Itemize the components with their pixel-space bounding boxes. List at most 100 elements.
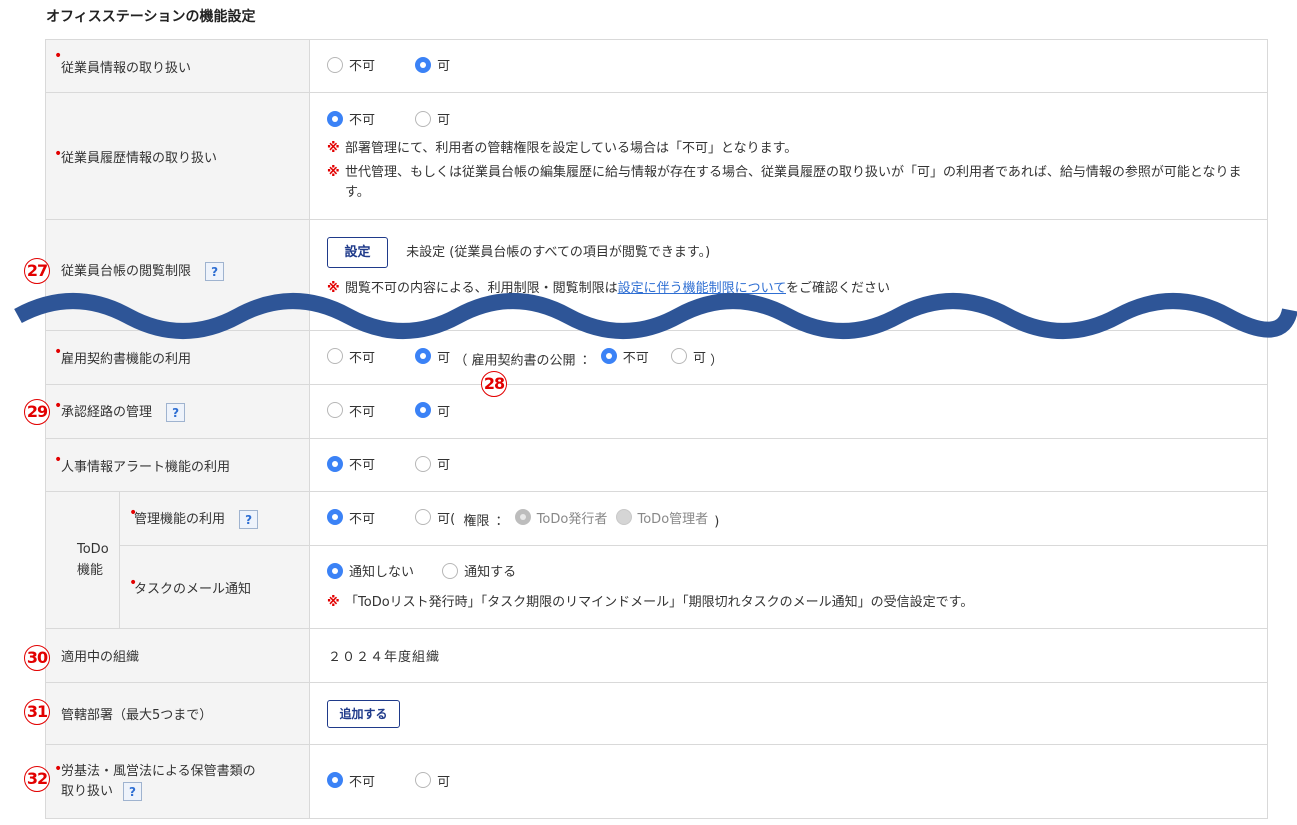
radio-circle xyxy=(415,509,432,526)
employee-info-radio-yes[interactable]: 可 xyxy=(415,55,450,74)
contract-paren-open: （ xyxy=(454,353,468,369)
radio-label: 不可 xyxy=(349,458,376,474)
radio-circle xyxy=(415,56,432,73)
radio-label: 可( xyxy=(437,511,456,527)
radio-circle xyxy=(415,348,432,365)
radio-label: 不可 xyxy=(349,113,376,129)
radio-circle xyxy=(415,402,432,419)
todo-mail-radio-yes[interactable]: 通知する xyxy=(442,561,516,580)
labor-docs-label-2: 取り扱い xyxy=(61,783,114,799)
required-mark: • xyxy=(54,48,63,64)
labor-docs-radio-yes[interactable]: 可 xyxy=(415,771,450,790)
add-department-button[interactable]: 追加する xyxy=(327,699,401,728)
radio-circle xyxy=(415,110,432,127)
ledger-settings-button[interactable]: 設定 xyxy=(327,237,389,268)
radio-circle xyxy=(327,402,344,419)
labor-docs-radio-no[interactable]: 不可 xyxy=(327,771,375,790)
row-value-cell: 追加する xyxy=(309,682,1269,745)
required-mark: • xyxy=(129,505,138,521)
active-org-value: ２０２４年度組織 xyxy=(328,650,441,665)
row-todo-manage: ToDo 機能 • 管理機能の利用 ? 不可 可( 権限 ： ToDo発行者 T… xyxy=(45,491,1269,629)
employee-info-radio-no[interactable]: 不可 xyxy=(327,55,375,74)
radio-label: 通知しない xyxy=(349,565,415,581)
todo-manage-radio-no[interactable]: 不可 xyxy=(327,508,375,527)
radio-label: 可 xyxy=(437,458,451,474)
radio-label: 不可 xyxy=(349,59,376,75)
employee-history-radio-no[interactable]: 不可 xyxy=(327,109,375,128)
radio-circle xyxy=(327,348,344,365)
radio-circle xyxy=(415,772,432,789)
marker-27: 27 xyxy=(24,258,50,284)
row-value-cell: ２０２４年度組織 xyxy=(309,628,1269,683)
row-employee-history: • 従業員履歴情報の取り扱い 不可 可 ※ 部署管理にて、利用者の管轄権限を設定し… xyxy=(44,92,1269,220)
approval-route-label: 承認経路の管理 xyxy=(61,405,153,420)
marker-32: 32 xyxy=(24,766,50,792)
radio-label: 通知する xyxy=(464,565,517,581)
employment-contract-label: 雇用契約書機能の利用 xyxy=(61,352,192,367)
employee-history-radio-yes[interactable]: 可 xyxy=(415,109,450,128)
radio-label: 可 xyxy=(437,59,451,75)
radio-circle xyxy=(327,110,344,127)
hr-alert-radio-no[interactable]: 不可 xyxy=(327,454,375,473)
todo-manage-radio-yes[interactable]: 可( xyxy=(415,508,455,527)
employee-info-label: 従業員情報の取り扱い xyxy=(61,60,192,76)
required-mark: • xyxy=(54,146,63,162)
row-value-cell: 通知しない 通知する ※ 「ToDoリスト発行時」「タスク期限のリマインドメール」… xyxy=(309,545,1269,629)
required-mark: • xyxy=(54,452,63,468)
radio-label: ToDo管理者 xyxy=(637,511,709,527)
todo-group-label-1: ToDo xyxy=(77,542,109,557)
help-icon[interactable]: ? xyxy=(123,781,143,801)
radio-label: 不可 xyxy=(349,511,376,527)
employee-history-label: 従業員履歴情報の取り扱い xyxy=(61,150,218,166)
row-label-cell: • 人事情報アラート機能の利用 xyxy=(44,438,311,492)
help-icon[interactable]: ? xyxy=(205,262,225,281)
hr-alert-radio-yes[interactable]: 可 xyxy=(415,454,450,473)
required-mark: • xyxy=(129,575,138,591)
todo-group-label-2: 機能 xyxy=(77,563,104,578)
help-icon[interactable]: ? xyxy=(166,403,186,422)
contract-paren-close: ） xyxy=(710,353,724,369)
row-employee-info: • 従業員情報の取り扱い 不可 可 xyxy=(44,39,1269,93)
required-mark: • xyxy=(54,761,63,777)
row-departments: 管轄部署（最大5つまで） 追加する xyxy=(44,682,1269,745)
todo-mail-note: ※ 「ToDoリスト発行時」「タスク期限のリマインドメール」「期限切れタスクのメー… xyxy=(327,593,1255,613)
radio-label: 可 xyxy=(437,404,451,420)
row-label-cell: • 従業員情報の取り扱い xyxy=(44,39,311,93)
required-mark: • xyxy=(54,398,63,414)
note-mark: ※ xyxy=(327,140,340,156)
row-label-cell: 管轄部署（最大5つまで） xyxy=(44,682,311,745)
todo-perm-colon: ： xyxy=(495,514,509,530)
row-label-cell: • 労基法・風営法による保管書類の 取り扱い? xyxy=(44,744,311,819)
radio-circle xyxy=(600,348,617,365)
hr-alert-label: 人事情報アラート機能の利用 xyxy=(61,459,231,475)
labor-docs-label-1: 労基法・風営法による保管書類の xyxy=(61,763,256,779)
row-label-cell: • タスクのメール通知 xyxy=(118,545,311,629)
ledger-view-label: 従業員台帳の閲覧制限 xyxy=(61,264,192,279)
radio-circle xyxy=(615,509,632,526)
row-value-cell: 不可 可 xyxy=(309,438,1269,492)
employee-history-note-1: ※ 部署管理にて、利用者の管轄権限を設定している場合は「不可」となります。 xyxy=(327,139,1255,159)
approval-radio-no[interactable]: 不可 xyxy=(327,401,375,420)
marker-30: 30 xyxy=(24,645,50,671)
row-label-cell: 適用中の組織 xyxy=(44,628,311,683)
todo-mail-radio-no[interactable]: 通知しない xyxy=(327,561,414,580)
radio-label: 可 xyxy=(437,774,451,790)
help-icon[interactable]: ? xyxy=(239,510,259,529)
radio-label: ToDo発行者 xyxy=(536,511,608,527)
todo-perm-manager[interactable]: ToDo管理者 xyxy=(615,508,709,527)
radio-circle xyxy=(670,348,687,365)
approval-radio-yes[interactable]: 可 xyxy=(415,401,450,420)
radio-circle xyxy=(514,509,531,526)
note-mark: ※ xyxy=(327,164,340,180)
note-mark: ※ xyxy=(327,594,340,610)
wave-divider xyxy=(14,293,1297,339)
contract-colon: ： xyxy=(581,353,595,369)
contract-public-label: 雇用契約書の公開 xyxy=(471,353,576,369)
employee-history-note-2: ※ 世代管理、もしくは従業員台帳の編集履歴に給与情報が存在する場合、従業員履歴の取… xyxy=(327,163,1255,203)
departments-label: 管轄部署（最大5つまで） xyxy=(61,708,213,723)
todo-perm-issuer[interactable]: ToDo発行者 xyxy=(514,508,608,527)
row-label-cell: • 管理機能の利用 ? xyxy=(118,491,311,546)
row-labor-docs: • 労基法・風営法による保管書類の 取り扱い? 不可 可 xyxy=(44,744,1269,819)
radio-circle xyxy=(327,455,344,472)
page-title: オフィスステーションの機能設定 xyxy=(46,9,256,25)
